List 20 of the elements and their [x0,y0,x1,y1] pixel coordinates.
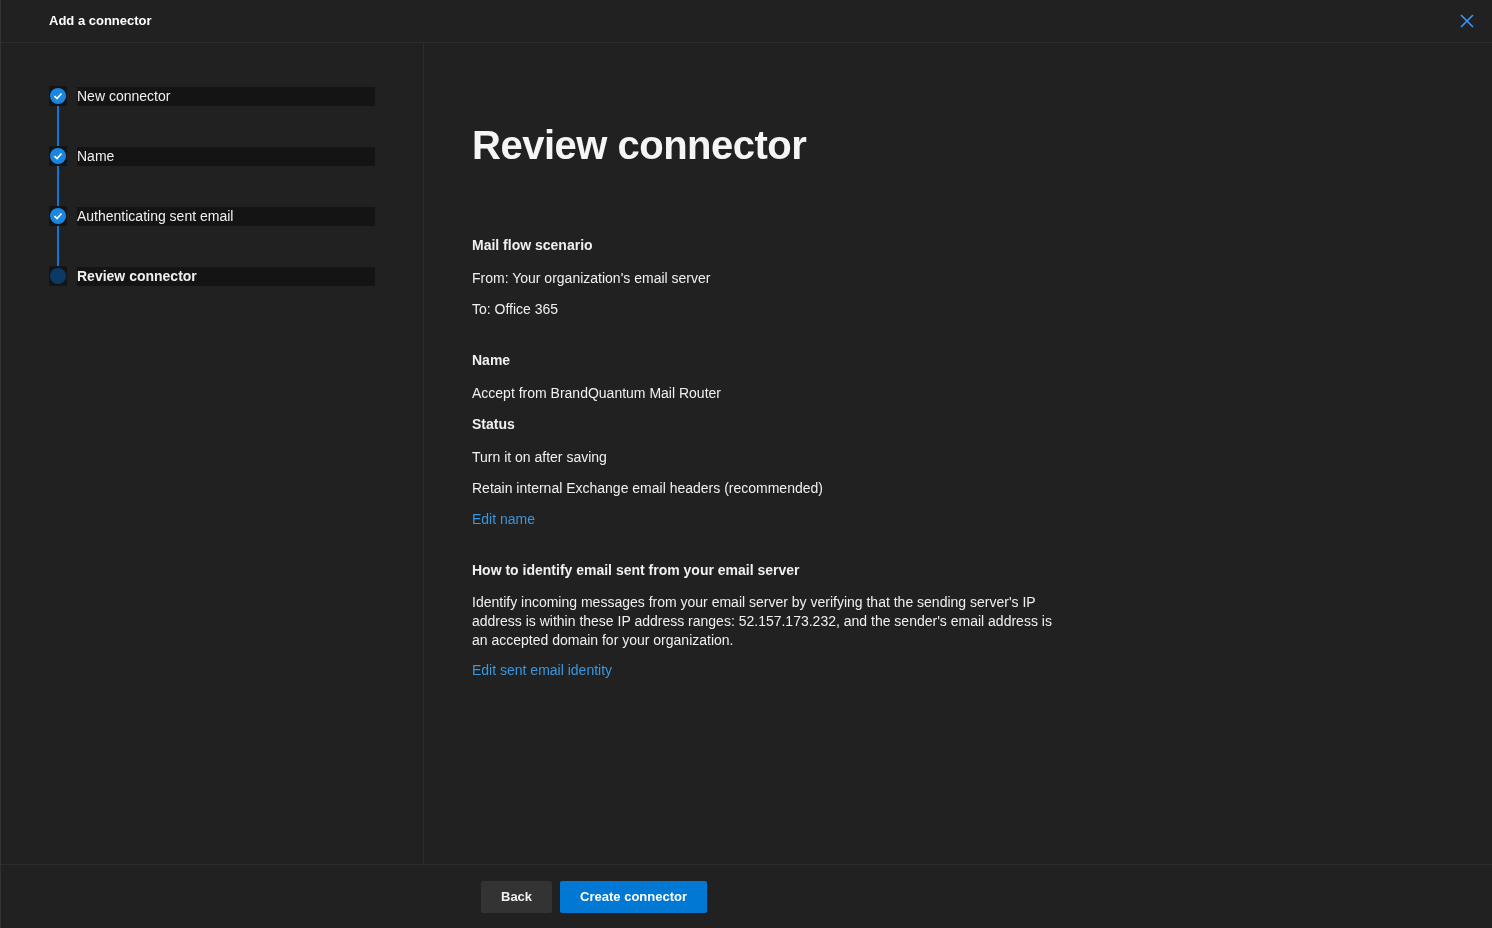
detail-text: Accept from BrandQuantum Mail Router [472,384,722,403]
detail-text: From: Your organization's email server [472,269,712,288]
detail-text: Turn it on after saving [472,448,608,467]
detail-text: To: Office 365 [472,300,560,319]
description-text: Identify incoming messages from your email server by verifying that the sending server's IP address is within these IP address ranges: 52.157.173.232, and the sender's email address is an accepted domain for your organization. [472,593,1053,650]
section-heading: How to identify email sent from your email server [472,561,801,580]
step-label[interactable]: Name [77,146,375,166]
edit-link[interactable]: Edit sent email identity [472,662,613,678]
edit-link[interactable]: Edit name [472,511,536,527]
section-heading: Mail flow scenario [472,236,594,255]
section-heading: Name [472,351,512,370]
step-label[interactable]: Authenticating sent email [77,206,375,226]
back-button[interactable]: Back [481,880,553,913]
page-title: Review connector [472,122,808,169]
step-label[interactable]: New connector [77,86,375,106]
create-button[interactable]: Create connector [560,880,707,913]
section-heading: Status [472,415,516,434]
window-title: Add a connector [49,12,152,31]
detail-text: Retain internal Exchange email headers (recommended) [472,479,824,498]
step-label[interactable]: Review connector [77,266,375,286]
